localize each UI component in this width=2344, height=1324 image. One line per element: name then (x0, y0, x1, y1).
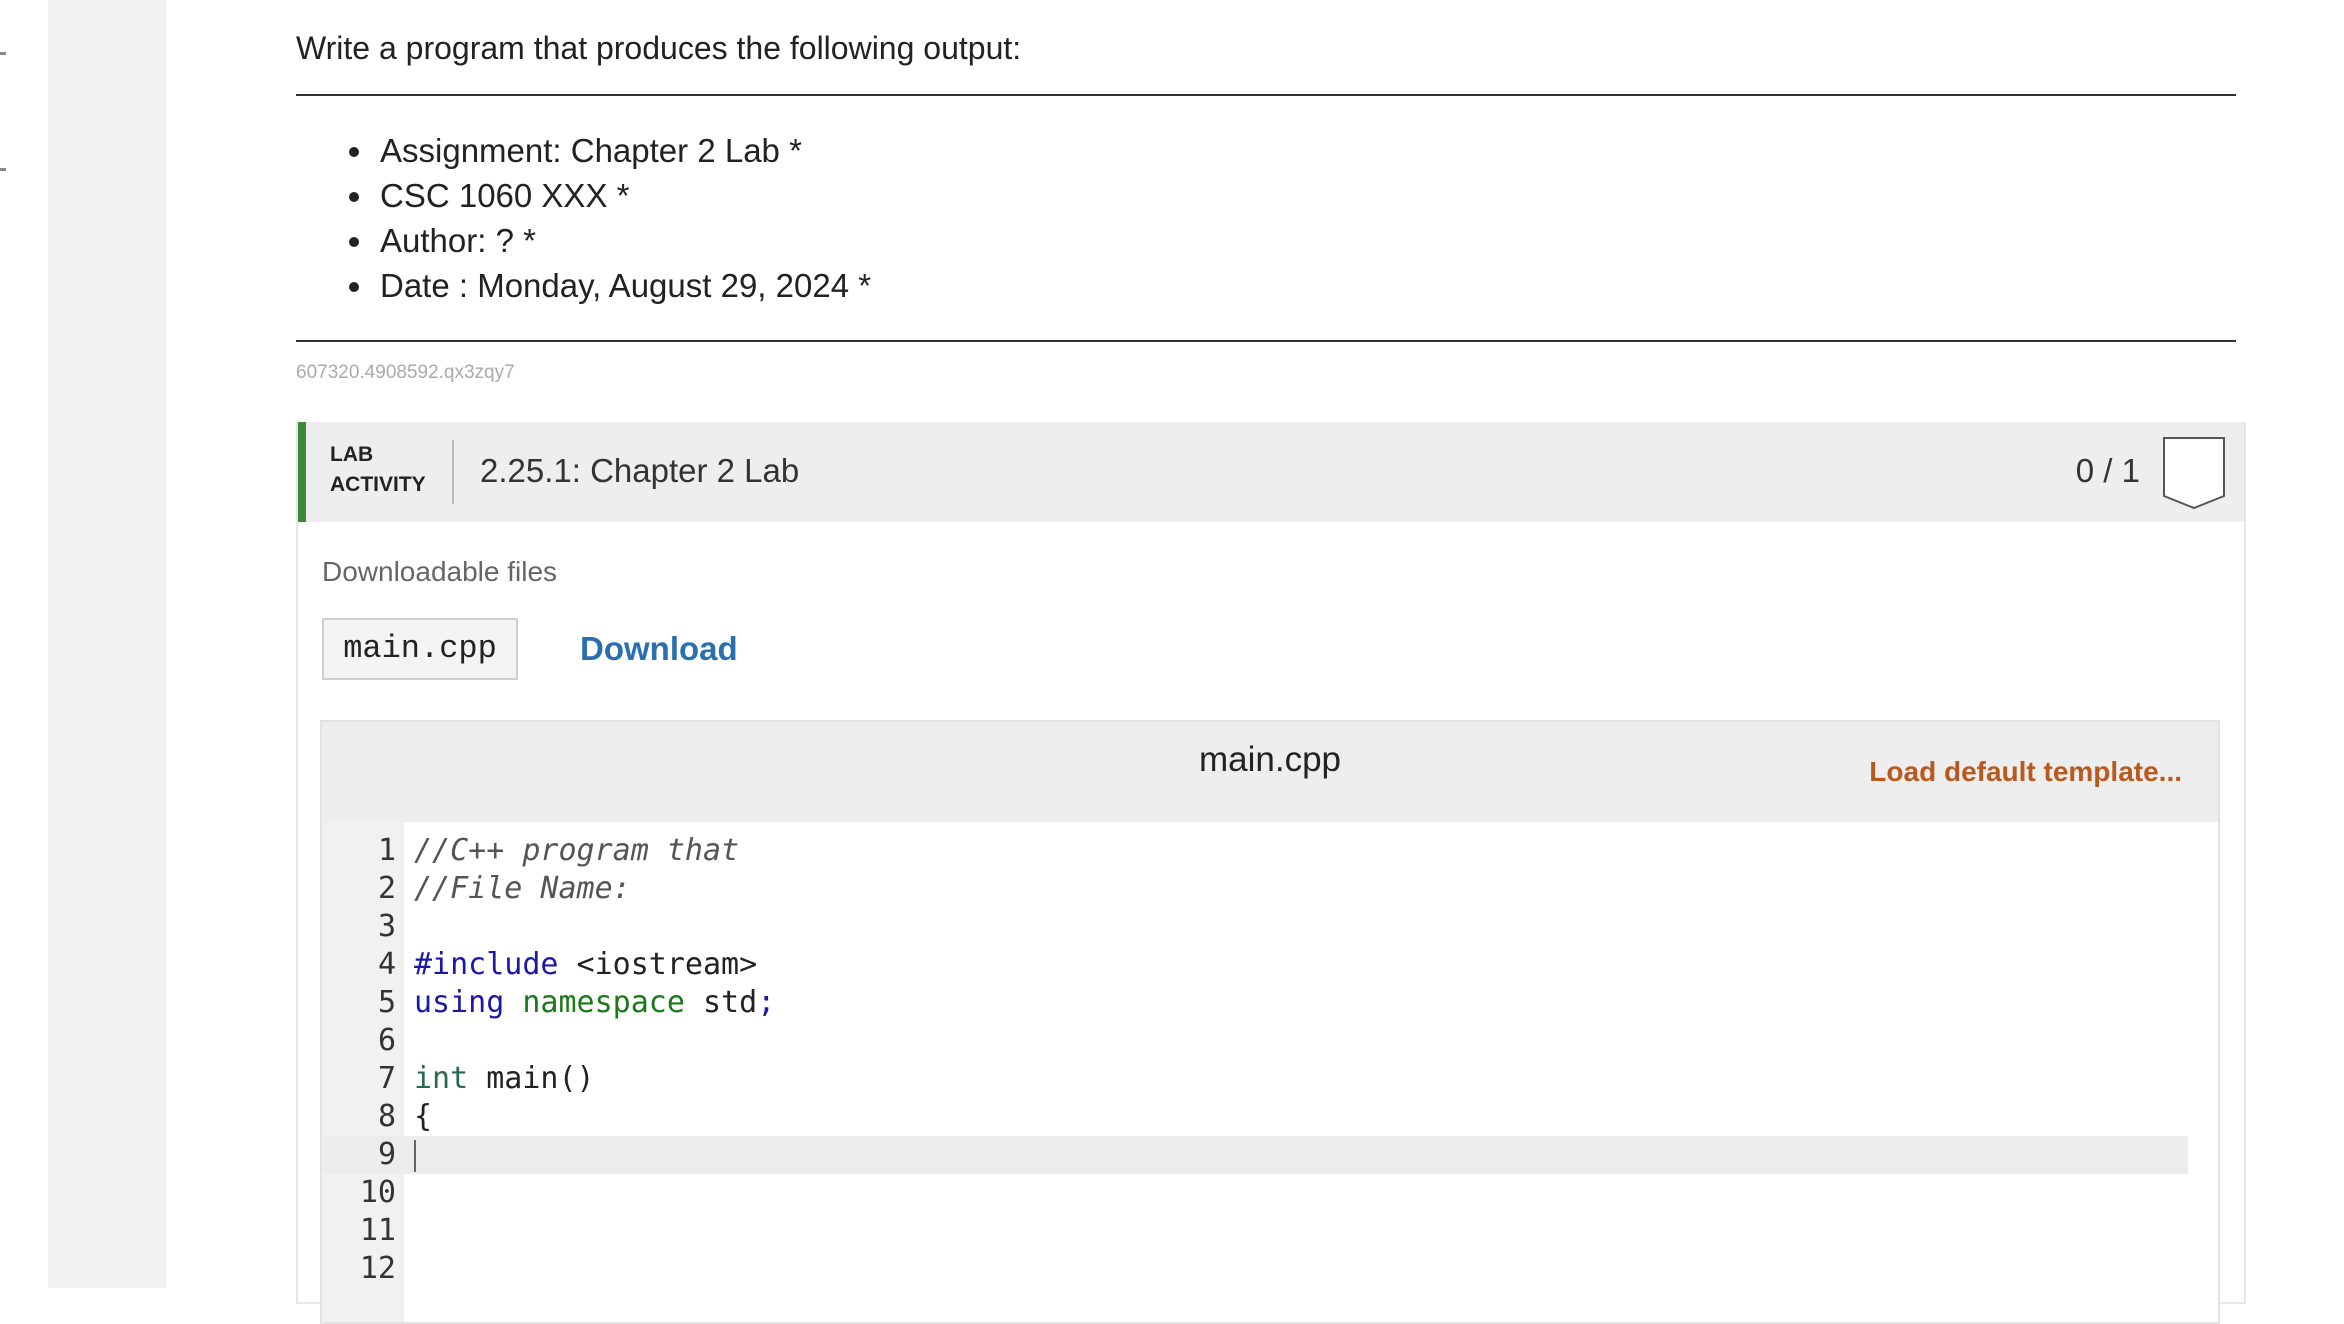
code-line: 8 { (322, 1098, 2188, 1136)
line-number: 12 (359, 1251, 396, 1286)
list-item: Date : Monday, August 29, 2024 * (376, 263, 871, 308)
download-link[interactable]: Download (580, 630, 738, 668)
line-number: 4 (377, 947, 396, 982)
code-line: 5 using namespace std; (322, 984, 2188, 1022)
code-comment: //File Name: (414, 871, 631, 906)
list-item: Author: ? * (376, 218, 871, 263)
header-divider (452, 440, 454, 504)
semicolon: ; (757, 985, 776, 1020)
prompt-text: Write a program that produces the follow… (296, 30, 1022, 66)
function-signature: main() (468, 1061, 595, 1096)
code-line: 1 //C++ program that (322, 832, 2188, 870)
code-line: 7 int main() (322, 1060, 2188, 1098)
editor-header: main.cpp Load default template... (322, 722, 2218, 822)
lab-tag-line: ACTIVITY (330, 473, 426, 496)
line-number: 10 (359, 1175, 396, 1210)
code-text: #include <iostream> (414, 946, 757, 984)
lab-activity-card: LAB ACTIVITY 2.25.1: Chapter 2 Lab 0 / 1… (296, 422, 2246, 1324)
code-line: 4 #include <iostream> (322, 946, 2188, 984)
code-comment: //C++ program that (414, 833, 740, 868)
downloadable-files-label: Downloadable files (322, 556, 558, 587)
lab-tag-line: LAB (330, 443, 374, 466)
code-text: using namespace std; (414, 984, 775, 1022)
include-header: <iostream> (558, 947, 758, 982)
lab-title: 2.25.1: Chapter 2 Lab (480, 452, 800, 489)
code-text: int main() (414, 1060, 595, 1098)
file-chip-main-cpp: main.cpp (322, 618, 518, 680)
code-line: 10 (322, 1174, 2188, 1212)
code-line: 3 (322, 908, 2188, 946)
divider-bottom (296, 340, 2236, 342)
load-default-template-button[interactable]: Load default template... (1869, 756, 2182, 788)
lab-tag: LAB ACTIVITY (330, 440, 426, 500)
left-margin (0, 0, 48, 1288)
line-number: 9 (377, 1137, 396, 1172)
namespace-name: std (684, 985, 758, 1020)
completion-badge-icon (2163, 437, 2225, 510)
keyword-using: using (414, 985, 505, 1020)
gutter-marker (0, 52, 6, 55)
keyword-namespace: namespace (504, 985, 685, 1020)
line-number: 2 (377, 871, 396, 906)
line-number: 7 (377, 1061, 396, 1096)
activity-id: 607320.4908592.qx3zqy7 (296, 362, 515, 383)
line-number: 8 (377, 1099, 396, 1134)
line-number: 5 (377, 985, 396, 1020)
lab-accent-bar (298, 422, 306, 522)
code-line: 6 (322, 1022, 2188, 1060)
list-item: Assignment: Chapter 2 Lab * (376, 128, 871, 173)
code-text-area[interactable]: 1 //C++ program that 2 //File Name: 3 4 … (322, 822, 2218, 1322)
left-sidebar-strip (48, 0, 166, 1288)
preprocessor-directive: #include (414, 947, 559, 982)
code-line: 11 (322, 1212, 2188, 1250)
lab-score: 0 / 1 (2075, 452, 2140, 489)
line-number: 11 (359, 1213, 396, 1248)
code-editor: main.cpp Load default template... 1 //C+… (320, 720, 2220, 1324)
code-line: 12 (322, 1250, 2188, 1288)
lab-header: LAB ACTIVITY 2.25.1: Chapter 2 Lab 0 / 1 (298, 422, 2244, 522)
type-keyword: int (414, 1061, 469, 1096)
code-line-active: 9 (322, 1136, 2188, 1174)
divider-top (296, 94, 2236, 96)
list-item: CSC 1060 XXX * (376, 173, 871, 218)
expected-output-list: Assignment: Chapter 2 Lab * CSC 1060 XXX… (296, 128, 871, 308)
code-line: 2 //File Name: (322, 870, 2188, 908)
line-number: 6 (377, 1023, 396, 1058)
text-cursor (414, 1136, 416, 1174)
line-number: 3 (377, 909, 396, 944)
code-text: { (414, 1099, 433, 1134)
line-number: 1 (377, 833, 396, 868)
gutter-marker (0, 168, 6, 171)
